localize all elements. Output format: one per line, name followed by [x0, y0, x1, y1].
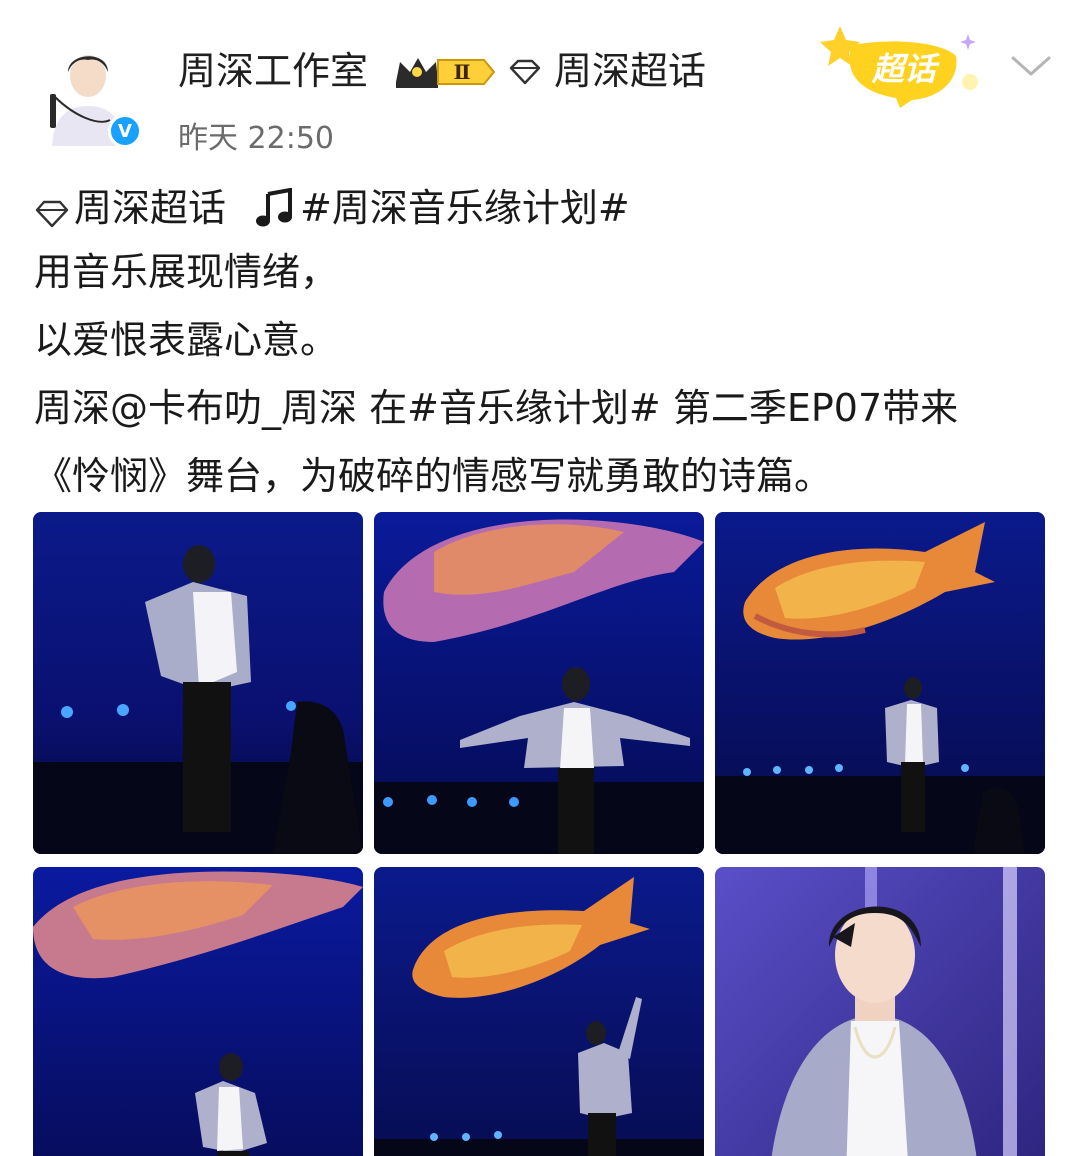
gem-icon	[34, 193, 70, 228]
topic-link[interactable]: 周深超话	[74, 185, 226, 231]
post-line-1: 周深超话 #周深音乐缘计划#	[34, 178, 1054, 238]
hashtag-link[interactable]: #周深音乐缘计划#	[300, 185, 630, 231]
post-line-2: 用音乐展现情绪，	[34, 250, 339, 294]
verified-badge-icon: V	[108, 114, 142, 148]
chaohua-label: 超话	[871, 50, 940, 88]
chevron-down-icon[interactable]	[1010, 50, 1052, 80]
post-line-3: 以爱恨表露心意。	[34, 318, 339, 362]
music-note-icon	[256, 187, 294, 228]
vip-crown-badge[interactable]: Ⅱ	[392, 52, 496, 92]
image-thumbnail[interactable]	[374, 512, 704, 854]
image-thumbnail[interactable]	[33, 512, 363, 854]
chaohua-button[interactable]: 超话	[820, 24, 990, 109]
username[interactable]: 周深工作室	[178, 48, 368, 94]
supertopic-link[interactable]: 周深超话	[554, 48, 706, 94]
image-thumbnail[interactable]	[33, 867, 363, 1156]
gem-icon	[508, 58, 542, 86]
image-thumbnail[interactable]	[374, 867, 704, 1156]
image-thumbnail[interactable]	[715, 867, 1045, 1156]
image-thumbnail[interactable]	[715, 512, 1045, 854]
image-grid	[33, 512, 1045, 1156]
vip-level: Ⅱ	[454, 60, 471, 84]
post-timestamp: 昨天 22:50	[178, 121, 334, 156]
post-body: 周深超话 #周深音乐缘计划# 用音乐展现情绪， 以爱恨表露心意。 周深@卡布叻_…	[34, 178, 1054, 510]
post-line-4: 周深@卡布叻_周深 在#音乐缘计划# 第二季EP07带来	[34, 386, 959, 430]
post-line-5: 《怜悯》舞台，为破碎的情感写就勇敢的诗篇。	[34, 454, 833, 498]
crown-icon: Ⅱ	[396, 58, 496, 88]
